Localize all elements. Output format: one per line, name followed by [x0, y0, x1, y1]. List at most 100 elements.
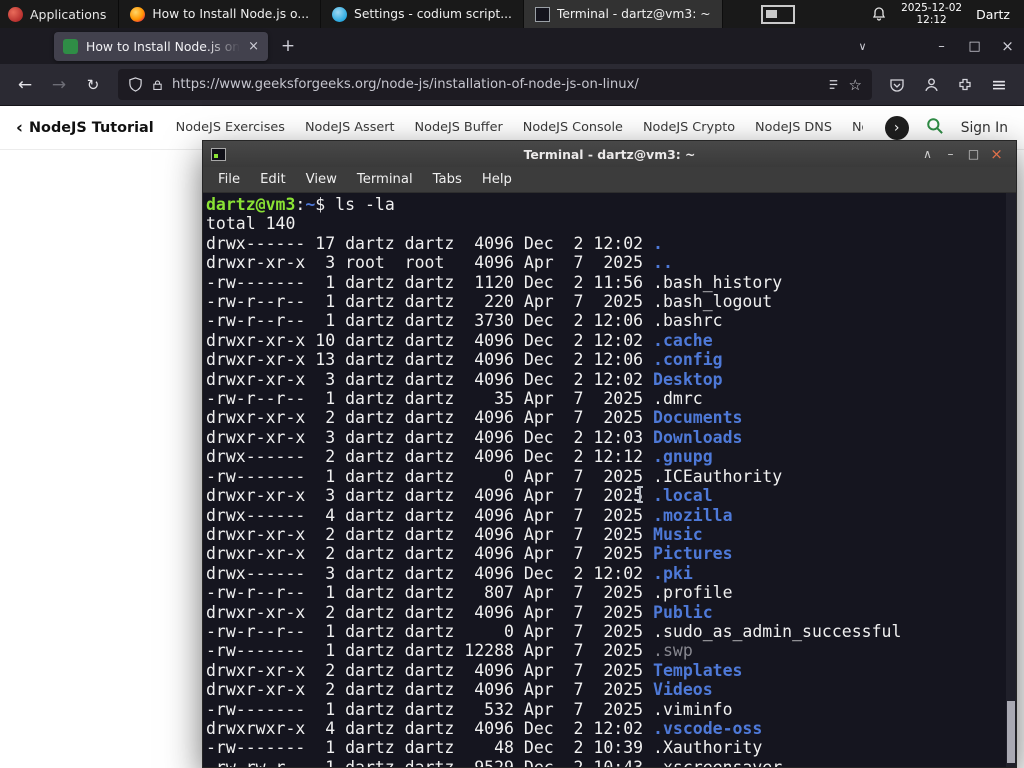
file-name: Music [653, 524, 703, 544]
nav-link[interactable]: NodeJS Assert [305, 120, 395, 135]
file-meta: drwx------ 4 dartz dartz 4096 Apr 7 2025 [206, 505, 654, 525]
file-name: Pictures [653, 544, 733, 564]
terminal-output-line: drwxr-xr-x 3 dartz dartz 4096 Dec 2 12:0… [206, 428, 1016, 447]
file-name: Public [653, 602, 713, 622]
notification-bell-icon[interactable] [871, 6, 887, 22]
chevron-left-icon[interactable]: ‹ [16, 118, 23, 138]
file-name: .vscode-oss [653, 718, 763, 738]
terminal-minimize-button[interactable]: – [939, 143, 962, 165]
file-meta: -rw-rw-r-- 1 dartz dartz 9529 Dec 2 10:4… [206, 758, 653, 767]
file-name: .swp [653, 641, 693, 661]
terminal-output-line: drwxr-xr-x 3 dartz dartz 4096 Dec 2 12:0… [206, 370, 1016, 389]
back-button[interactable]: ← [8, 69, 42, 101]
file-name: .ICEauthority [653, 466, 783, 486]
taskbar-window-list: How to Install Node.js o... Settings - c… [119, 0, 723, 28]
terminal-menu-item[interactable]: Tabs [424, 169, 471, 190]
file-name: .. [653, 253, 673, 273]
terminal-titlebar[interactable]: Terminal - dartz@vm3: ~ ∧ – □ × [203, 141, 1016, 167]
file-name: .sudo_as_admin_successful [653, 621, 902, 641]
reload-button[interactable]: ↻ [76, 69, 110, 101]
user-menu[interactable]: Dartz [976, 7, 1014, 22]
clock-date: 2025-12-02 [901, 2, 963, 14]
command-text: ls -la [335, 195, 395, 214]
terminal-title: Terminal - dartz@vm3: ~ [523, 146, 696, 162]
terminal-shade-button[interactable]: ∧ [916, 143, 939, 165]
nav-link[interactable]: NodeJS Crypto [643, 120, 735, 135]
taskbar-window-button[interactable]: Settings - codium script... [321, 0, 524, 28]
terminal-menu-item[interactable]: Help [473, 169, 521, 190]
file-meta: -rw------- 1 dartz dartz 48 Dec 2 10:39 [206, 738, 654, 758]
file-name: .Xauthority [653, 738, 763, 758]
terminal-output-line: -rw-r--r-- 1 dartz dartz 3730 Dec 2 12:0… [206, 311, 1016, 330]
terminal-output-line: -rw------- 1 dartz dartz 532 Apr 7 2025 … [206, 700, 1016, 719]
lock-icon[interactable] [151, 78, 164, 92]
window-title: How to Install Node.js o... [152, 7, 310, 21]
terminal-body[interactable]: dartz@vm3:~$ ls -la total 140 drwx------… [203, 193, 1016, 767]
file-name: Desktop [653, 369, 723, 389]
extensions-puzzle-icon[interactable] [948, 69, 982, 101]
pocket-icon[interactable] [880, 69, 914, 101]
taskbar: Applications How to Install Node.js o...… [0, 0, 1024, 28]
file-meta: drwxr-xr-x 2 dartz dartz 4096 Apr 7 2025 [206, 602, 654, 622]
window-restore-button[interactable]: □ [958, 32, 991, 60]
tab-list-chevron-icon[interactable]: ∨ [846, 32, 879, 60]
workspace-switcher[interactable] [761, 4, 796, 24]
terminal-scrollbar[interactable] [1006, 193, 1016, 767]
forward-button[interactable]: → [42, 69, 76, 101]
file-meta: drwx------ 3 dartz dartz 4096 Dec 2 12:0… [206, 563, 654, 583]
search-icon[interactable] [925, 116, 945, 140]
taskbar-window-button[interactable]: How to Install Node.js o... [119, 0, 322, 28]
tab-close-button[interactable]: × [248, 39, 259, 54]
total-line: total 140 [206, 214, 296, 234]
window-icon [130, 6, 146, 22]
clock[interactable]: 2025-12-02 12:12 [901, 2, 962, 26]
terminal-menu-item[interactable]: File [209, 169, 249, 190]
window-close-button[interactable]: × [991, 32, 1024, 60]
file-name: .dmrc [653, 389, 703, 409]
reader-view-icon[interactable] [826, 77, 841, 92]
terminal-output-line: -rw------- 1 dartz dartz 48 Dec 2 10:39 … [206, 738, 1016, 757]
nav-link[interactable]: NodeJS Console [523, 120, 623, 135]
nav-link[interactable]: NodeJS Exercises [176, 120, 285, 135]
nav-link[interactable]: Node [852, 120, 863, 135]
terminal-menu-item[interactable]: Terminal [348, 169, 422, 190]
file-meta: drwxr-xr-x 2 dartz dartz 4096 Apr 7 2025 [206, 660, 654, 680]
terminal-output-line: drwx------ 4 dartz dartz 4096 Apr 7 2025… [206, 506, 1016, 525]
nav-primary[interactable]: ‹ NodeJS Tutorial [16, 118, 154, 138]
terminal-menu-item[interactable]: Edit [251, 169, 295, 190]
file-meta: -rw------- 1 dartz dartz 532 Apr 7 2025 [206, 699, 654, 719]
terminal-output-line: drwxr-xr-x 10 dartz dartz 4096 Dec 2 12:… [206, 331, 1016, 350]
file-meta: -rw-r--r-- 1 dartz dartz 807 Apr 7 2025 [206, 583, 654, 603]
bookmark-star-icon[interactable]: ☆ [849, 76, 862, 94]
url-bar[interactable]: https://www.geeksforgeeks.org/node-js/in… [118, 69, 872, 100]
terminal-output-line: drwxr-xr-x 2 dartz dartz 4096 Apr 7 2025… [206, 603, 1016, 622]
terminal-output-line: -rw-r--r-- 1 dartz dartz 220 Apr 7 2025 … [206, 292, 1016, 311]
nav-scroll-right-button[interactable]: › [884, 115, 909, 140]
file-name: .config [653, 350, 723, 370]
account-icon[interactable] [914, 69, 948, 101]
file-meta: -rw------- 1 dartz dartz 1120 Dec 2 11:5… [206, 272, 654, 292]
terminal-close-button[interactable]: × [985, 143, 1008, 165]
clock-time: 12:12 [916, 14, 947, 26]
terminal-scrollbar-thumb[interactable] [1007, 701, 1015, 763]
file-meta: drwxr-xr-x 3 root root 4096 Apr 7 2025 [206, 253, 654, 273]
terminal-menu-item[interactable]: View [297, 169, 346, 190]
nav-link[interactable]: NodeJS Buffer [415, 120, 503, 135]
nav-link[interactable]: NodeJS DNS [755, 120, 832, 135]
new-tab-button[interactable]: + [274, 32, 302, 60]
file-meta: -rw-r--r-- 1 dartz dartz 0 Apr 7 2025 [206, 621, 654, 641]
file-meta: -rw------- 1 dartz dartz 12288 Apr 7 202… [206, 641, 654, 661]
terminal-window: Terminal - dartz@vm3: ~ ∧ – □ × File Edit… [202, 140, 1017, 768]
window-minimize-button[interactable]: – [925, 32, 958, 60]
terminal-maximize-button[interactable]: □ [962, 143, 985, 165]
hamburger-menu-icon[interactable]: ≡ [982, 69, 1016, 101]
terminal-icon [211, 147, 226, 161]
file-name: . [653, 233, 663, 253]
taskbar-window-button[interactable]: Terminal - dartz@vm3: ~ [523, 0, 723, 28]
sign-in-button[interactable]: Sign In [961, 120, 1008, 136]
browser-tab[interactable]: How to Install Node.js on × [54, 31, 268, 61]
tracking-shield-icon[interactable] [128, 77, 143, 92]
applications-menu[interactable]: Applications [0, 0, 118, 28]
applications-icon [8, 6, 23, 22]
file-meta: -rw-r--r-- 1 dartz dartz 220 Apr 7 2025 [206, 292, 654, 312]
